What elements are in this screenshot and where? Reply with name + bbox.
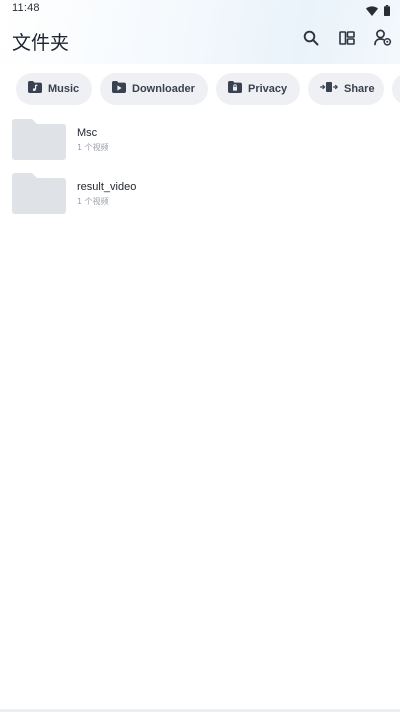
chip-label: Music [48,83,80,95]
chip-music[interactable]: Music [16,73,92,105]
folder-list: Msc 1 个视频 result_video 1 个视频 [0,116,400,224]
status-bar: 11:48 [0,0,400,18]
lock-folder-icon [228,80,242,98]
folder-icon [12,173,66,214]
chip-privacy[interactable]: Privacy [216,73,300,105]
chip-share[interactable]: Share [308,73,384,105]
account-button[interactable] [371,28,395,52]
folder-item[interactable]: Msc 1 个视频 [0,116,400,170]
chip-downloader[interactable]: Downloader [100,73,208,105]
app-bar: 文件夹 [0,18,400,62]
music-folder-icon [28,80,42,98]
folder-video-count: 1 个视频 [77,143,109,152]
folder-video-count: 1 个视频 [77,197,109,206]
chip-label: Privacy [248,83,288,95]
chip-label: Downloader [132,83,195,95]
search-button[interactable] [299,28,323,52]
folder-icon [12,119,66,160]
search-icon [303,30,319,51]
layout-button[interactable] [335,28,359,52]
download-folder-icon [112,80,126,98]
chip-more[interactable] [392,73,400,105]
folder-name: result_video [77,181,137,193]
folder-name: Msc [77,127,98,139]
page-title: 文件夹 [12,32,70,54]
share-icon [319,80,339,98]
folder-item[interactable]: result_video 1 个视频 [0,170,400,224]
chip-label: Share [344,83,375,95]
status-time: 11:48 [12,2,40,14]
user-settings-icon [374,29,392,51]
folder-chip-row: Music Downloader Privacy Share [16,73,400,105]
layout-icon [339,30,355,50]
